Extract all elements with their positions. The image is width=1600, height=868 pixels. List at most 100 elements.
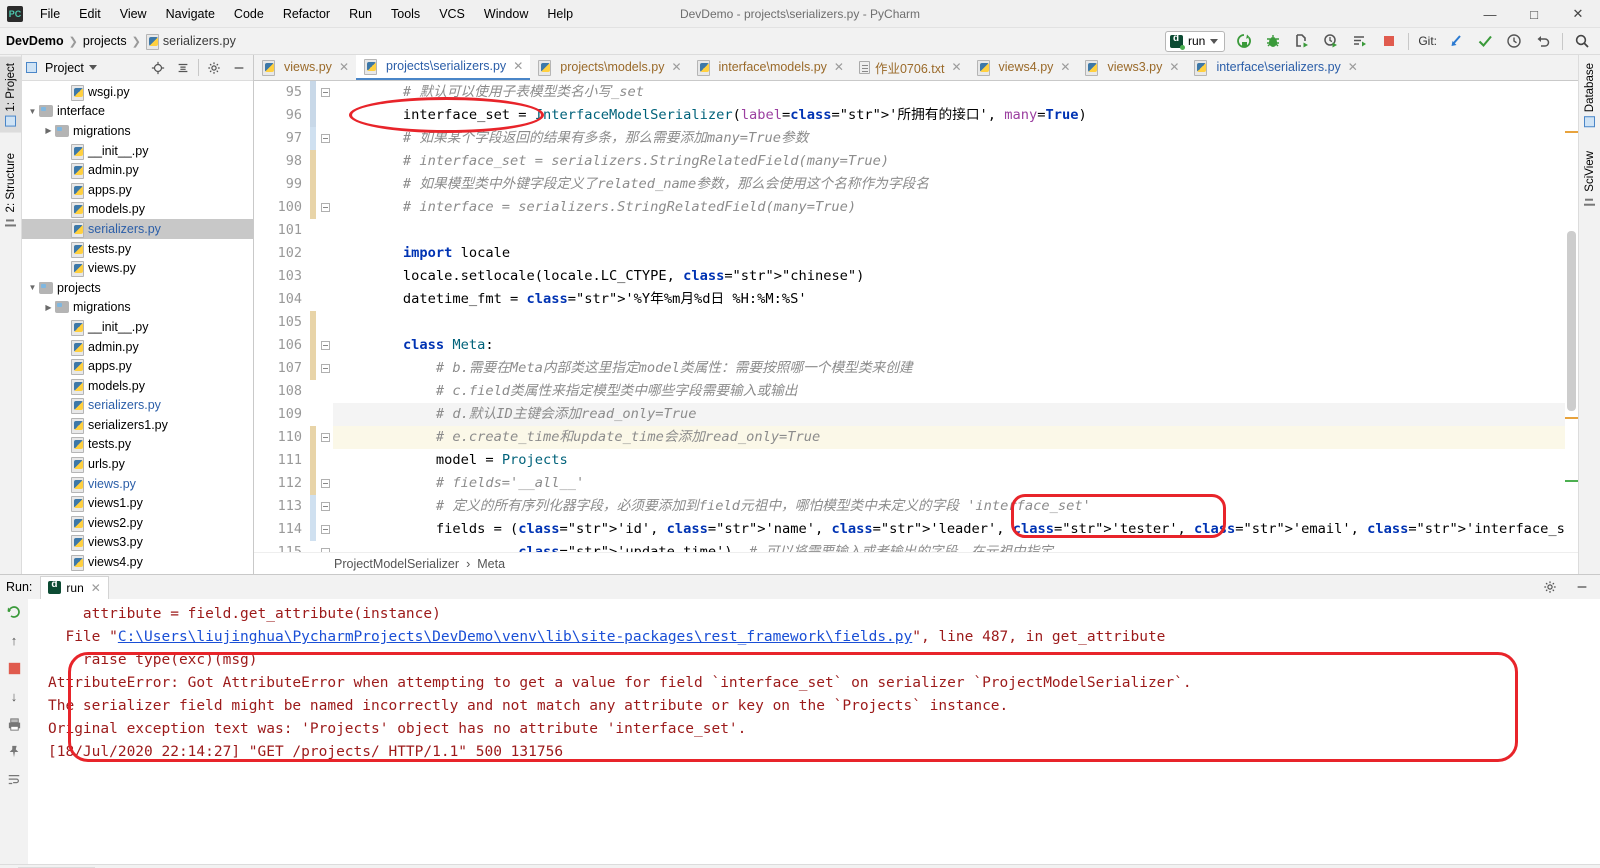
code-line[interactable]: model = Projects — [333, 449, 1578, 472]
minimize-button[interactable]: — — [1468, 0, 1512, 28]
console-line[interactable]: raise type(exc)(msg) — [48, 649, 1600, 672]
tree-node-apps-py[interactable]: apps.py — [22, 356, 253, 376]
close-icon[interactable]: ✕ — [834, 60, 844, 74]
debug-icon[interactable] — [1263, 31, 1283, 51]
rerun-icon[interactable] — [5, 603, 23, 621]
editor-scrollbar[interactable] — [1565, 81, 1578, 552]
close-icon[interactable]: ✕ — [671, 60, 681, 74]
history-icon[interactable] — [1504, 31, 1524, 51]
tree-node-templates[interactable]: ▼templates — [22, 572, 253, 574]
close-icon[interactable]: ✕ — [1169, 60, 1179, 74]
vcs-change-marker[interactable] — [310, 196, 316, 219]
run-configuration-selector[interactable]: run — [1164, 30, 1226, 52]
locate-icon[interactable] — [148, 58, 168, 78]
menu-item-navigate[interactable]: Navigate — [157, 3, 224, 25]
fold-toggle-icon[interactable] — [321, 548, 330, 552]
hide-panel-icon[interactable] — [229, 58, 249, 78]
code-line[interactable]: # d.默认ID主键会添加read_only=True — [333, 403, 1578, 426]
console-line[interactable]: Original exception text was: 'Projects' … — [48, 718, 1600, 741]
menu-item-edit[interactable]: Edit — [70, 3, 110, 25]
tree-node-__init__-py[interactable]: __init__.py — [22, 317, 253, 337]
tree-expand-arrow-icon[interactable]: ▼ — [26, 283, 39, 292]
tree-node-serializers1-py[interactable]: serializers1.py — [22, 415, 253, 435]
tree-node-serializers-py[interactable]: serializers.py — [22, 219, 253, 239]
breadcrumb-project[interactable]: DevDemo — [6, 34, 64, 48]
rollback-icon[interactable] — [1533, 31, 1553, 51]
code-line[interactable]: # interface = serializers.StringRelatedF… — [333, 196, 1578, 219]
collapse-all-icon[interactable] — [173, 58, 193, 78]
coverage-icon[interactable] — [1292, 31, 1312, 51]
code-line[interactable]: # b.需要在Meta内部类这里指定model类属性：需要按照哪一个模型类来创建 — [333, 357, 1578, 380]
code-line[interactable]: # c.field类属性来指定模型类中哪些字段需要输入或输出 — [333, 380, 1578, 403]
vcs-change-marker[interactable] — [310, 495, 316, 541]
tree-node-migrations[interactable]: ▶ migrations — [22, 121, 253, 141]
menu-item-help[interactable]: Help — [538, 3, 582, 25]
tree-node-models-py[interactable]: models.py — [22, 200, 253, 220]
tree-node-urls-py[interactable]: urls.py — [22, 454, 253, 474]
menu-item-tools[interactable]: Tools — [382, 3, 429, 25]
sidebar-item-structure[interactable]: 2: Structure — [0, 147, 22, 233]
code-line[interactable]: # 默认可以使用子表模型类名小写_set — [333, 81, 1578, 104]
close-icon[interactable]: ✕ — [513, 59, 523, 73]
settings-gear-icon[interactable] — [204, 58, 224, 78]
tree-node-tests-py[interactable]: tests.py — [22, 239, 253, 259]
close-icon[interactable]: ✕ — [339, 60, 349, 74]
tree-node-views1-py[interactable]: views1.py — [22, 493, 253, 513]
profile-icon[interactable] — [1321, 31, 1341, 51]
close-icon[interactable]: ✕ — [91, 581, 101, 595]
editor-tab-interface-models-py[interactable]: interface\models.py ✕ — [689, 55, 851, 80]
code-line[interactable]: interface_set = InterfaceModelSerializer… — [333, 104, 1578, 127]
tree-node-models-py[interactable]: models.py — [22, 376, 253, 396]
tree-node-tests-py[interactable]: tests.py — [22, 435, 253, 455]
console-line[interactable]: The serializer field might be named inco… — [48, 695, 1600, 718]
console-file-link[interactable]: C:\Users\liujinghua\PycharmProjects\DevD… — [118, 629, 912, 645]
vcs-change-marker[interactable] — [310, 311, 316, 380]
tree-node-serializers-py[interactable]: serializers.py — [22, 396, 253, 416]
breadcrumb-folder[interactable]: projects — [83, 34, 127, 48]
tree-node-apps-py[interactable]: apps.py — [22, 180, 253, 200]
maximize-button[interactable]: □ — [1512, 0, 1556, 28]
project-file-tree[interactable]: wsgi.py ▼ interface ▶ migrations __init__.py a… — [22, 81, 253, 574]
tree-node-views-py[interactable]: views.py — [22, 258, 253, 278]
code-line[interactable]: # 如果模型类中外键字段定义了related_name参数，那么会使用这个名称作… — [333, 173, 1578, 196]
vcs-change-marker[interactable] — [310, 127, 316, 150]
console-line[interactable]: [18/Jul/2020 22:14:27] "GET /projects/ H… — [48, 741, 1600, 764]
tree-node-admin-py[interactable]: admin.py — [22, 160, 253, 180]
fold-toggle-icon[interactable] — [321, 479, 330, 488]
close-icon[interactable]: ✕ — [1060, 60, 1070, 74]
menu-item-code[interactable]: Code — [225, 3, 273, 25]
console-line[interactable]: File "C:\Users\liujinghua\PycharmProject… — [48, 626, 1600, 649]
tree-node-views4-py[interactable]: views4.py — [22, 552, 253, 572]
settings-gear-icon[interactable] — [1540, 577, 1560, 597]
scroll-down-icon[interactable]: ↓ — [5, 687, 23, 705]
vcs-change-marker[interactable] — [310, 150, 316, 196]
fold-toggle-icon[interactable] — [321, 525, 330, 534]
tree-node-migrations[interactable]: ▶ migrations — [22, 298, 253, 318]
code-line[interactable]: locale.setlocale(locale.LC_CTYPE, class=… — [333, 265, 1578, 288]
breadcrumb-class[interactable]: ProjectModelSerializer — [334, 557, 459, 571]
run-icon[interactable] — [1234, 31, 1254, 51]
sidebar-item-database[interactable]: Database — [1579, 57, 1600, 133]
close-icon[interactable]: ✕ — [1348, 60, 1358, 74]
hide-panel-icon[interactable] — [1572, 577, 1592, 597]
console-line[interactable]: attribute = field.get_attribute(instance… — [48, 603, 1600, 626]
editor-tab-interface-serializers-py[interactable]: interface\serializers.py ✕ — [1186, 55, 1364, 80]
fold-toggle-icon[interactable] — [321, 502, 330, 511]
fold-toggle-icon[interactable] — [321, 364, 330, 373]
scroll-up-icon[interactable]: ↑ — [5, 631, 23, 649]
tree-node-views-py[interactable]: views.py — [22, 474, 253, 494]
code-line[interactable]: class Meta: — [333, 334, 1578, 357]
vcs-change-marker[interactable] — [310, 426, 316, 495]
vcs-change-marker[interactable] — [310, 81, 316, 127]
code-line[interactable]: # 如果某个字段返回的结果有多条，那么需要添加many=True参数 — [333, 127, 1578, 150]
chevron-down-icon[interactable] — [88, 65, 97, 70]
code-line[interactable]: # fields='__all__' — [333, 472, 1578, 495]
menu-item-file[interactable]: File — [31, 3, 69, 25]
menu-item-view[interactable]: View — [111, 3, 156, 25]
menu-item-window[interactable]: Window — [475, 3, 537, 25]
code-editor[interactable]: 95 96 97 98 99 100 101 102 103 104 105 106 107 108 109… — [254, 81, 1578, 552]
soft-wrap-icon[interactable] — [5, 771, 23, 789]
fold-toggle-icon[interactable] — [321, 88, 330, 97]
update-project-icon[interactable] — [1446, 31, 1466, 51]
editor-tab-views4-py[interactable]: views4.py ✕ — [969, 55, 1078, 80]
